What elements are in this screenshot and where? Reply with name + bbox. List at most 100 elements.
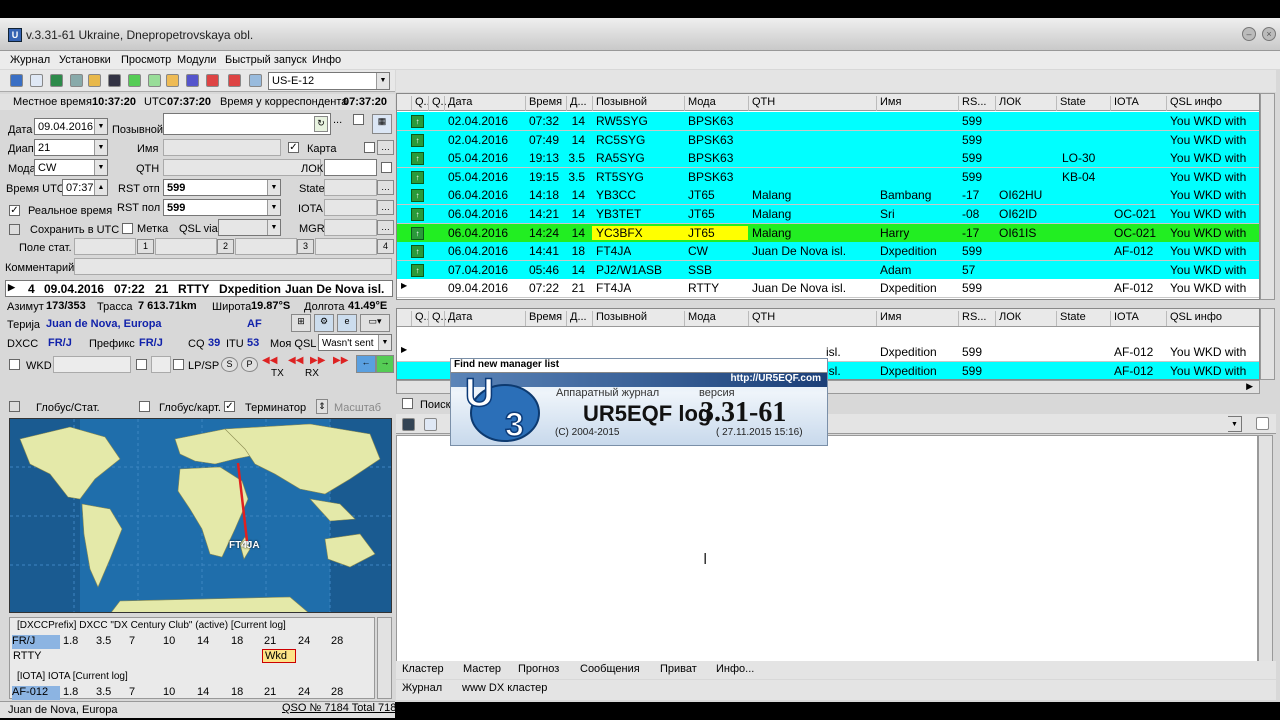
log-scrollbar[interactable]	[1260, 93, 1275, 300]
name-more-button[interactable]: …	[377, 140, 394, 155]
tab-forecast[interactable]: Прогноз	[518, 663, 559, 675]
field-stat-1[interactable]	[74, 238, 136, 255]
record2-icon[interactable]	[228, 74, 241, 87]
lpsp-checkbox[interactable]	[173, 359, 184, 370]
dupe-col-q1[interactable]: Q..	[411, 311, 430, 326]
cluster-menu[interactable]: ▼	[1228, 416, 1242, 432]
rst-sent-select[interactable]: 599 ▼	[163, 179, 281, 196]
loc-checkbox[interactable]	[381, 162, 392, 173]
dupe-col-call[interactable]: Позывной	[592, 311, 647, 326]
arrows-icon[interactable]	[88, 74, 101, 87]
mark-checkbox[interactable]	[122, 223, 133, 234]
left-arrow-icon[interactable]: ←	[356, 355, 376, 373]
field-stat-2[interactable]	[155, 238, 217, 255]
doc-icon[interactable]	[424, 418, 437, 431]
field-stat-1-button[interactable]: 1	[137, 239, 154, 254]
minimize-icon[interactable]: –	[1242, 27, 1256, 41]
rst-rcvd-select[interactable]: 599 ▼	[163, 199, 281, 216]
save-icon[interactable]	[10, 74, 23, 87]
time-field[interactable]: 07:37 ▲	[62, 179, 108, 196]
right-arrow-icon[interactable]: →	[376, 355, 394, 373]
mgr-input[interactable]	[324, 219, 377, 236]
wkd-input[interactable]	[53, 356, 131, 373]
col-q1[interactable]: Q..	[411, 96, 430, 111]
qsl-via-select[interactable]: ▼	[218, 219, 281, 236]
disk-icon[interactable]	[108, 74, 121, 87]
name-input[interactable]	[163, 139, 281, 156]
log-row[interactable]: ↑ 02.04.2016 07:32 14 RW5SYG BPSK63 599 You WKD…	[397, 112, 1259, 131]
iota-more-button[interactable]: …	[377, 200, 394, 215]
close-icon[interactable]: ×	[1262, 27, 1276, 41]
col-loc[interactable]: ЛОК	[995, 96, 1021, 111]
col-time[interactable]: Время	[525, 96, 562, 111]
tab-messages[interactable]: Сообщения	[580, 663, 640, 675]
cluster-scrollbar[interactable]	[1258, 435, 1273, 677]
mgr-more-button[interactable]: …	[377, 220, 394, 235]
date-field[interactable]: 09.04.2016 ▼	[34, 118, 108, 135]
log-row[interactable]: ↑ 02.04.2016 07:49 14 RC5SYG BPSK63 599 You WKD…	[397, 130, 1259, 150]
dupe-col-time[interactable]: Время	[525, 311, 562, 326]
menu-settings[interactable]: Установки	[59, 54, 111, 66]
wkd2-input[interactable]	[151, 356, 171, 373]
profile-select[interactable]: US-E-12 ▼	[268, 72, 390, 90]
col-name[interactable]: Имя	[876, 96, 901, 111]
dupe-col-band[interactable]: Д...	[566, 311, 587, 326]
scale-spinner[interactable]: ⇕	[316, 399, 328, 414]
qth-input[interactable]	[163, 159, 321, 176]
record-icon[interactable]	[206, 74, 219, 87]
loc-input[interactable]	[324, 159, 377, 176]
dupe-col-loc[interactable]: ЛОК	[995, 311, 1021, 326]
log-row[interactable]: ▶ 09.04.2016 07:22 21 FT4JA RTTY Juan De Nova …	[397, 279, 1259, 299]
forward2-icon[interactable]: ▶▶	[333, 355, 348, 366]
state-more-button[interactable]: …	[377, 180, 394, 195]
wkd2-checkbox[interactable]	[136, 359, 147, 370]
globe-stat-checkbox[interactable]	[9, 401, 20, 412]
dupe-col-date[interactable]: Дата	[444, 311, 472, 326]
menu-journal[interactable]: Журнал	[10, 54, 50, 66]
dupe-col-name[interactable]: Имя	[876, 311, 901, 326]
col-date[interactable]: Дата	[444, 96, 472, 111]
refresh-icon[interactable]: ↻	[314, 116, 328, 132]
network-icon[interactable]	[70, 74, 83, 87]
tab-master[interactable]: Мастер	[463, 663, 501, 675]
rewind-icon[interactable]: ◀◀	[262, 355, 277, 366]
map-checkbox[interactable]: ✓	[288, 142, 299, 153]
options-icon[interactable]: ▭▾	[360, 314, 390, 332]
menu-quick-launch[interactable]: Быстрый запуск	[225, 54, 307, 66]
map2-checkbox[interactable]	[364, 142, 375, 153]
tab-private[interactable]: Приват	[660, 663, 697, 675]
log-row[interactable]: ↑ 05.04.2016 19:15 3.5 RT5SYG BPSK63 599 KB-04 Y…	[397, 167, 1259, 187]
tab-cluster[interactable]: Кластер	[402, 663, 444, 675]
field-stat-4[interactable]	[315, 238, 377, 255]
globe-map-checkbox[interactable]	[139, 401, 150, 412]
cluster-area[interactable]: I	[396, 435, 1258, 677]
stop-icon[interactable]	[186, 74, 199, 87]
log-row[interactable]: ↑ 06.04.2016 14:21 14 YB3TET JT65 Malang Sri -08…	[397, 205, 1259, 224]
rewind2-icon[interactable]: ◀◀	[288, 355, 303, 366]
forward-icon[interactable]: ▶▶	[310, 355, 325, 366]
terminator-checkbox[interactable]: ✓	[224, 401, 235, 412]
menu-info[interactable]: Инфо	[312, 54, 341, 66]
tab-journal[interactable]: Журнал	[402, 682, 442, 694]
more-icon[interactable]: ...	[333, 114, 342, 126]
iota-input[interactable]	[324, 199, 377, 216]
col-state[interactable]: State	[1056, 96, 1086, 111]
radio-icon[interactable]	[249, 74, 262, 87]
band-select[interactable]: 21 ▼	[34, 139, 108, 156]
col-call[interactable]: Позывной	[592, 96, 647, 111]
dupe-col-mode[interactable]: Мода	[684, 311, 716, 326]
log-row[interactable]: ↑ 05.04.2016 19:13 3.5 RA5SYG BPSK63 599 LO-30 Y…	[397, 149, 1259, 169]
col-qsl[interactable]: QSL инфо	[1166, 96, 1222, 111]
world-map[interactable]: FT4JA	[9, 418, 392, 613]
save-utc-checkbox[interactable]	[9, 224, 20, 235]
ie-icon[interactable]: e	[337, 314, 357, 332]
field-stat-3-button[interactable]: 3	[297, 239, 314, 254]
p-button[interactable]: P	[241, 357, 258, 372]
pause-icon[interactable]	[166, 74, 179, 87]
col-qth[interactable]: QTH	[748, 96, 775, 111]
comment-input[interactable]	[74, 258, 392, 275]
search-checkbox[interactable]	[402, 398, 413, 409]
tab-info[interactable]: Инфо...	[716, 663, 754, 675]
dupe-scrollbar[interactable]	[1260, 308, 1275, 380]
menu-view[interactable]: Просмотр	[121, 54, 171, 66]
